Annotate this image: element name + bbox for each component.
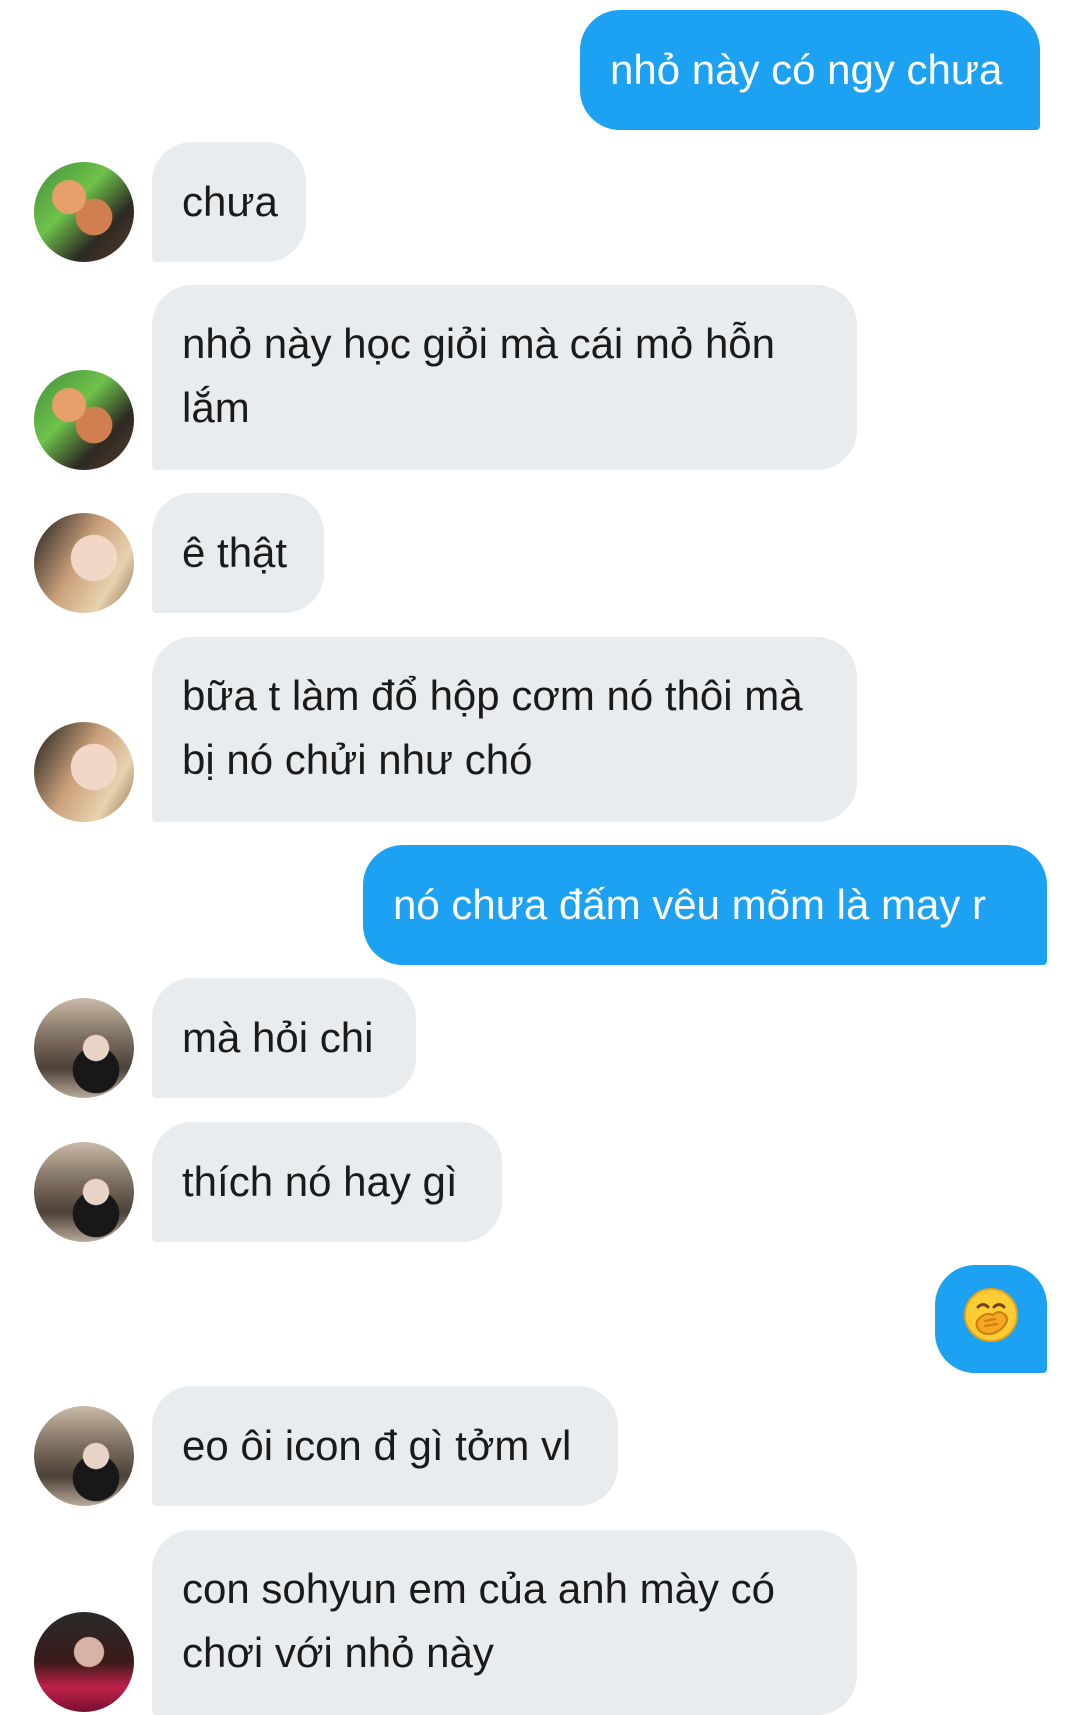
- message-text: chưa: [182, 178, 278, 225]
- message-text: ê thật: [182, 529, 288, 576]
- message-bubble-incoming[interactable]: nhỏ này học giỏi mà cái mỏ hỗn lắm: [152, 285, 857, 470]
- message-bubble-outgoing[interactable]: nhỏ này có ngy chưa: [580, 10, 1040, 130]
- message-text: nhỏ này có ngy chưa: [610, 46, 1003, 93]
- avatar-green-hair[interactable]: [34, 370, 134, 470]
- message-text: con sohyun em của anh mày có chơi với nh…: [182, 1565, 776, 1676]
- avatar-dark-hair[interactable]: [34, 998, 134, 1098]
- message-text: mà hỏi chi: [182, 1014, 374, 1061]
- avatar-dark-hair[interactable]: [34, 1142, 134, 1242]
- message-bubble-incoming[interactable]: thích nó hay gì: [152, 1122, 502, 1242]
- avatar-red-shirt[interactable]: [34, 1612, 134, 1712]
- message-bubble-outgoing[interactable]: [935, 1265, 1047, 1373]
- avatar-dark-hair[interactable]: [34, 1406, 134, 1506]
- message-text: nhỏ này học giỏi mà cái mỏ hỗn lắm: [182, 320, 776, 431]
- message-bubble-incoming[interactable]: con sohyun em của anh mày có chơi với nh…: [152, 1530, 857, 1715]
- message-bubble-incoming[interactable]: chưa: [152, 142, 306, 262]
- face-with-hand-over-mouth-emoji: [964, 1288, 1018, 1342]
- message-text: nó chưa đấm vêu mõm là may r: [393, 881, 987, 928]
- message-text: bữa t làm đổ hộp cơm nó thôi mà bị nó ch…: [182, 672, 803, 783]
- message-bubble-incoming[interactable]: mà hỏi chi: [152, 978, 416, 1098]
- avatar-blonde-hair[interactable]: [34, 722, 134, 822]
- message-bubble-outgoing[interactable]: nó chưa đấm vêu mõm là may r: [363, 845, 1047, 965]
- message-text: eo ôi icon đ gì tởm vl: [182, 1422, 572, 1469]
- message-bubble-incoming[interactable]: bữa t làm đổ hộp cơm nó thôi mà bị nó ch…: [152, 637, 857, 822]
- avatar-blonde-hair[interactable]: [34, 513, 134, 613]
- message-bubble-incoming[interactable]: ê thật: [152, 493, 324, 613]
- avatar-green-hair[interactable]: [34, 162, 134, 262]
- message-text: thích nó hay gì: [182, 1158, 458, 1205]
- message-bubble-incoming[interactable]: eo ôi icon đ gì tởm vl: [152, 1386, 618, 1506]
